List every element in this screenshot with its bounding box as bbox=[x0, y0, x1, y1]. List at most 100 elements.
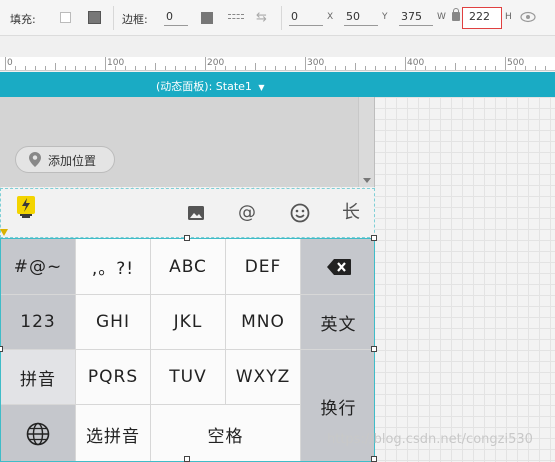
ruler-tick bbox=[545, 66, 546, 70]
ruler-tick bbox=[125, 66, 126, 70]
key-pinyin[interactable]: 拼音 bbox=[1, 350, 75, 404]
ruler-tick bbox=[535, 66, 536, 70]
border-style-icon[interactable] bbox=[228, 11, 244, 25]
ruler-tick bbox=[485, 66, 486, 70]
h-unit: H bbox=[505, 12, 512, 22]
resize-handle[interactable] bbox=[371, 346, 377, 352]
image-icon[interactable] bbox=[185, 201, 207, 225]
width-field[interactable]: 375 bbox=[399, 9, 433, 26]
ruler-tick bbox=[15, 66, 16, 70]
ruler-tick bbox=[155, 63, 156, 70]
key-jkl[interactable]: JKL bbox=[151, 295, 225, 349]
key-def[interactable]: DEF bbox=[226, 239, 300, 294]
ruler-tick bbox=[365, 66, 366, 70]
chevron-down-icon: ▼ bbox=[258, 83, 265, 92]
horizontal-ruler: 0 100 200 300 400 500 bbox=[0, 57, 555, 71]
ruler-tick bbox=[105, 57, 106, 70]
resize-handle[interactable] bbox=[184, 456, 190, 462]
no-fill-swatch[interactable] bbox=[60, 12, 71, 23]
border-width-field[interactable]: 0 bbox=[164, 9, 188, 26]
panel-state-label: (动态面板): State1 bbox=[156, 80, 252, 93]
ruler-tick bbox=[465, 66, 466, 70]
ruler-tick bbox=[135, 66, 136, 70]
key-select-pinyin[interactable]: 选拼音 bbox=[76, 405, 150, 461]
ruler-tick bbox=[185, 66, 186, 70]
eye-icon[interactable] bbox=[520, 10, 536, 24]
long-key[interactable]: 长 bbox=[340, 201, 362, 225]
ruler-tick bbox=[445, 66, 446, 70]
key-wxyz[interactable]: WXYZ bbox=[226, 350, 300, 404]
ruler-tick bbox=[325, 66, 326, 70]
ruler-tick bbox=[285, 66, 286, 70]
emoji-icon[interactable] bbox=[289, 201, 311, 225]
scrollbar[interactable] bbox=[358, 97, 374, 187]
ruler-tick bbox=[175, 66, 176, 70]
key-ghi[interactable]: GHI bbox=[76, 295, 150, 349]
ruler-tick bbox=[245, 66, 246, 70]
ruler-tick bbox=[435, 66, 436, 70]
anchor-marker bbox=[0, 229, 8, 236]
watermark: https://blog.csdn.net/congzi530 bbox=[327, 432, 533, 447]
ruler-tick bbox=[375, 66, 376, 70]
ruler-tick bbox=[295, 66, 296, 70]
ruler-label: 100 bbox=[107, 58, 125, 68]
swap-arrows-icon[interactable]: ⇆ bbox=[256, 10, 267, 25]
key-globe[interactable] bbox=[1, 405, 75, 461]
keyboard: #@~ ,。?! ABC DEF 123 GHI JKL MNO 英文 拼音 P… bbox=[0, 238, 375, 462]
ruler-tick bbox=[5, 57, 6, 70]
ruler-tick bbox=[475, 66, 476, 70]
ruler-label: 200 bbox=[207, 58, 225, 68]
key-symbols[interactable]: #@~ bbox=[1, 239, 75, 294]
ruler-label: 400 bbox=[407, 58, 425, 68]
border-label: 边框: bbox=[122, 13, 148, 26]
y-field[interactable]: 50 bbox=[344, 9, 378, 26]
ruler-label: 300 bbox=[307, 58, 325, 68]
divider bbox=[281, 6, 282, 30]
ruler-tick bbox=[345, 66, 346, 70]
resize-handle[interactable] bbox=[0, 346, 3, 352]
at-icon[interactable]: @ bbox=[236, 201, 258, 225]
fill-color-swatch[interactable] bbox=[88, 11, 101, 24]
globe-icon bbox=[26, 422, 50, 446]
ruler-tick bbox=[145, 66, 146, 70]
ruler-tick bbox=[405, 57, 406, 70]
y-unit: Y bbox=[382, 12, 388, 22]
location-pin-icon bbox=[29, 152, 41, 167]
key-pqrs[interactable]: PQRS bbox=[76, 350, 150, 404]
w-unit: W bbox=[437, 12, 446, 22]
border-color-swatch[interactable] bbox=[201, 12, 213, 24]
resize-handle[interactable] bbox=[184, 235, 190, 241]
app-icon[interactable] bbox=[15, 195, 37, 219]
ruler-tick bbox=[235, 66, 236, 70]
add-location-label: 添加位置 bbox=[48, 154, 97, 168]
content-panel bbox=[0, 97, 375, 187]
ruler-tick bbox=[455, 63, 456, 70]
add-location-button[interactable]: 添加位置 bbox=[15, 146, 115, 173]
key-english[interactable]: 英文 bbox=[301, 295, 374, 349]
ruler-tick bbox=[505, 57, 506, 70]
scroll-down-icon[interactable] bbox=[363, 178, 371, 183]
key-punctuation[interactable]: ,。?! bbox=[76, 239, 150, 294]
x-field[interactable]: 0 bbox=[289, 9, 323, 26]
ruler-tick bbox=[425, 66, 426, 70]
key-mno[interactable]: MNO bbox=[226, 295, 300, 349]
ruler-tick bbox=[225, 66, 226, 70]
ruler-tick bbox=[45, 66, 46, 70]
ruler-tick bbox=[335, 66, 336, 70]
ruler-tick bbox=[255, 63, 256, 70]
key-backspace[interactable] bbox=[301, 239, 374, 294]
panel-state-title[interactable]: (动态面板): State1 ▼ bbox=[156, 78, 265, 94]
ruler-tick bbox=[525, 66, 526, 70]
key-abc[interactable]: ABC bbox=[151, 239, 225, 294]
key-123[interactable]: 123 bbox=[1, 295, 75, 349]
key-space[interactable]: 空格 bbox=[151, 405, 300, 461]
resize-handle[interactable] bbox=[371, 456, 377, 462]
height-field[interactable]: 222 bbox=[467, 9, 497, 26]
lock-icon[interactable] bbox=[452, 8, 460, 21]
ruler-label: 500 bbox=[507, 58, 525, 68]
ruler-tick bbox=[205, 57, 206, 70]
backspace-icon bbox=[326, 258, 351, 275]
dynamic-panel-bar[interactable]: (动态面板): State1 ▼ bbox=[0, 72, 555, 97]
resize-handle[interactable] bbox=[371, 235, 377, 241]
key-tuv[interactable]: TUV bbox=[151, 350, 225, 404]
